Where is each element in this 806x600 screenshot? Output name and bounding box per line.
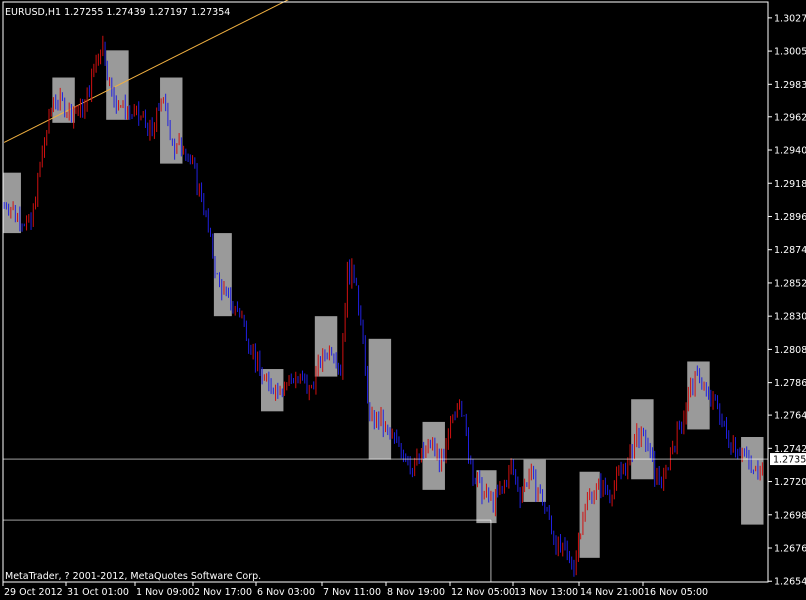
y-tick-label: 1.29180 (774, 179, 806, 190)
y-tick-label: 1.27645 (774, 411, 806, 422)
x-tick-label: 8 Nov 19:00 (387, 587, 445, 598)
y-tick-label: 1.28960 (774, 212, 806, 223)
x-tick-label: 29 Oct 2012 (4, 587, 63, 598)
y-tick-label: 1.28520 (774, 278, 806, 289)
shaded-box (160, 77, 183, 164)
y-tick-label: 1.27860 (774, 378, 806, 389)
x-tick-label: 31 Oct 01:00 (67, 587, 129, 598)
y-tick-label: 1.28740 (774, 245, 806, 256)
shaded-box (368, 338, 392, 460)
x-tick-label: 2 Nov 17:00 (194, 587, 252, 598)
copyright-text: MetaTrader, ? 2001-2012, MetaQuotes Soft… (5, 571, 261, 582)
current-price-label: 1.27354 (773, 455, 806, 466)
y-tick-label: 1.28080 (774, 345, 806, 356)
y-tick-label: 1.29835 (774, 80, 806, 91)
y-tick-label: 1.26545 (774, 577, 806, 588)
y-tick-label: 1.27205 (774, 477, 806, 488)
x-tick-label: 1 Nov 09:00 (136, 587, 194, 598)
y-tick-label: 1.29620 (774, 112, 806, 123)
y-tick-label: 1.28300 (774, 312, 806, 323)
y-tick-label: 1.26985 (774, 510, 806, 521)
y-tick-label: 1.30055 (774, 47, 806, 58)
x-tick-label: 13 Nov 13:00 (514, 587, 578, 598)
x-tick-label: 7 Nov 11:00 (323, 587, 381, 598)
x-tick-label: 16 Nov 05:00 (644, 587, 708, 598)
price-chart[interactable]: 1.30275 1.30055 1.29835 1.29620 1.29400 1.291… (0, 0, 806, 600)
shaded-box (213, 233, 232, 317)
y-tick-label: 1.26765 (774, 544, 806, 555)
x-tick-label: 14 Nov 21:00 (580, 587, 644, 598)
shaded-box (3, 172, 21, 234)
x-tick-label: 12 Nov 05:00 (451, 587, 515, 598)
x-tick-label: 6 Nov 03:00 (257, 587, 315, 598)
y-tick-label: 1.29400 (774, 146, 806, 157)
y-tick-label: 1.30275 (774, 13, 806, 24)
chart-header: EURUSD,H1 1.27255 1.27439 1.27197 1.2735… (5, 7, 230, 18)
